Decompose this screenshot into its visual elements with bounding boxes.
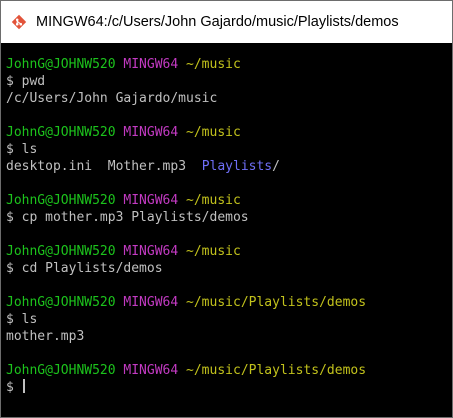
terminal-output[interactable]: JohnG@JOHNW520 MINGW64 ~/music $ pwd /c/… — [1, 43, 452, 417]
prompt-user: JohnG@JOHNW520 — [6, 244, 116, 259]
prompt-line: JohnG@JOHNW520 MINGW64 ~/music — [6, 56, 241, 73]
prompt-path: ~/music — [186, 193, 241, 208]
command-input-line[interactable]: $ — [6, 379, 25, 396]
prompt-host: MINGW64 — [123, 295, 179, 310]
title-bar[interactable]: MINGW64:/c/Users/John Gajardo/music/Play… — [1, 1, 452, 42]
directory-playlists: Playlists — [201, 159, 273, 174]
scrollbar[interactable] — [448, 43, 452, 417]
command-line: $ cd Playlists/demos — [6, 261, 163, 276]
terminal-window: MINGW64:/c/Users/John Gajardo/music/Play… — [0, 0, 453, 418]
prompt-line: JohnG@JOHNW520 MINGW64 ~/music — [6, 243, 241, 260]
prompt-path: ~/music — [186, 125, 241, 140]
window-title: MINGW64:/c/Users/John Gajardo/music/Play… — [36, 13, 399, 30]
prompt-user: JohnG@JOHNW520 — [6, 57, 116, 72]
command-line: $ pwd — [6, 74, 46, 89]
prompt-user: JohnG@JOHNW520 — [6, 295, 116, 310]
prompt-host: MINGW64 — [123, 57, 179, 72]
prompt-path: ~/music/Playlists/demos — [186, 295, 367, 310]
output-line: /c/Users/John Gajardo/music — [6, 91, 218, 106]
prompt-path: ~/music/Playlists/demos — [186, 363, 367, 378]
prompt-user: JohnG@JOHNW520 — [6, 125, 116, 140]
command-line: $ ls — [6, 312, 38, 327]
prompt-user: JohnG@JOHNW520 — [6, 363, 116, 378]
prompt-user: JohnG@JOHNW520 — [6, 193, 116, 208]
prompt-host: MINGW64 — [123, 193, 179, 208]
file-mother-mp3: Mother.mp3 — [107, 159, 187, 174]
command-prompt-symbol: $ — [6, 380, 22, 395]
prompt-line: JohnG@JOHNW520 MINGW64 ~/music/Playlists… — [6, 294, 366, 311]
prompt-line: JohnG@JOHNW520 MINGW64 ~/music — [6, 192, 241, 209]
output-line: mother.mp3 — [6, 329, 85, 344]
file-desktop-ini: desktop.ini — [6, 159, 93, 174]
directory-suffix: / — [272, 159, 280, 174]
prompt-path: ~/music — [186, 244, 241, 259]
prompt-line: JohnG@JOHNW520 MINGW64 ~/music/Playlists… — [6, 362, 366, 379]
prompt-host: MINGW64 — [123, 125, 179, 140]
prompt-host: MINGW64 — [123, 363, 179, 378]
prompt-line: JohnG@JOHNW520 MINGW64 ~/music — [6, 124, 241, 141]
output-line: desktop.ini Mother.mp3 Playlists/ — [6, 158, 280, 175]
command-line: $ cp mother.mp3 Playlists/demos — [6, 210, 249, 225]
command-line: $ ls — [6, 142, 38, 157]
text-cursor — [22, 379, 25, 393]
git-bash-icon — [11, 14, 27, 30]
prompt-path: ~/music — [186, 57, 241, 72]
prompt-host: MINGW64 — [123, 244, 179, 259]
